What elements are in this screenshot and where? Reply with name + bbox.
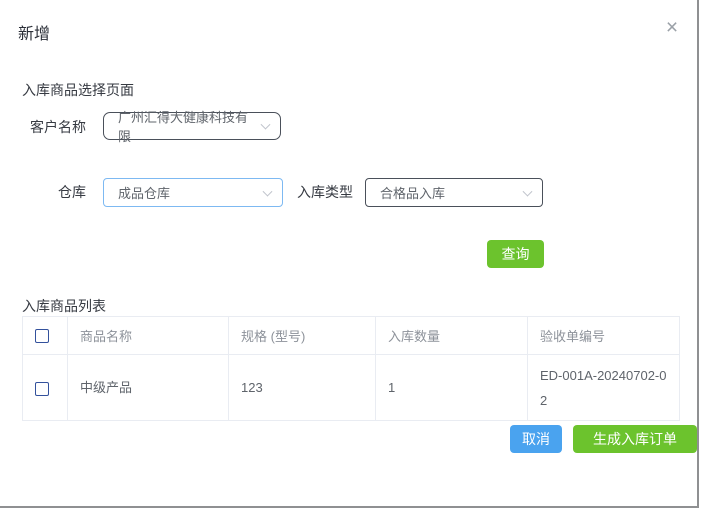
column-header-spec: 规格 (型号): [229, 317, 376, 355]
inbound-type-label: 入库类型: [297, 178, 353, 207]
customer-select[interactable]: 广州汇得大健康科技有限: [103, 112, 281, 140]
select-all-checkbox[interactable]: [35, 329, 49, 343]
row-checkbox[interactable]: [35, 382, 49, 396]
generate-inbound-order-button[interactable]: 生成入库订单: [573, 425, 697, 453]
goods-list-title: 入库商品列表: [22, 296, 106, 316]
chevron-down-icon: [263, 186, 273, 196]
inbound-type-select[interactable]: 合格品入库: [365, 178, 543, 207]
column-header-receipt-no: 验收单编号: [528, 317, 680, 355]
customer-select-value: 广州汇得大健康科技有限: [118, 107, 254, 145]
warehouse-label: 仓库: [30, 178, 86, 207]
cancel-button[interactable]: 取消: [510, 425, 562, 453]
cell-spec: 123: [229, 355, 376, 421]
cell-receipt-no: ED-001A-20240702-02: [528, 355, 680, 421]
column-header-name: 商品名称: [68, 317, 229, 355]
dialog-title: 新增: [18, 20, 50, 44]
chevron-down-icon: [261, 120, 271, 130]
query-button[interactable]: 查询: [487, 240, 544, 268]
chevron-down-icon: [523, 186, 533, 196]
section-title: 入库商品选择页面: [22, 80, 134, 100]
table-row: 中级产品 123 1 ED-001A-20240702-02: [23, 355, 680, 421]
customer-name-label: 客户名称: [30, 113, 86, 141]
table-header-row: 商品名称 规格 (型号) 入库数量 验收单编号: [23, 317, 680, 355]
inbound-type-select-value: 合格品入库: [380, 183, 445, 202]
column-header-qty: 入库数量: [376, 317, 528, 355]
cell-product-name: 中级产品: [68, 355, 229, 421]
goods-table: 商品名称 规格 (型号) 入库数量 验收单编号 中级产品 123 1 ED-00…: [22, 316, 680, 421]
warehouse-select[interactable]: 成品仓库: [103, 178, 283, 207]
cell-qty: 1: [376, 355, 528, 421]
warehouse-select-value: 成品仓库: [118, 183, 170, 202]
close-icon[interactable]: ×: [658, 14, 686, 42]
add-inbound-dialog: 新增 × 入库商品选择页面 客户名称 广州汇得大健康科技有限 仓库 成品仓库 入…: [0, 0, 699, 508]
